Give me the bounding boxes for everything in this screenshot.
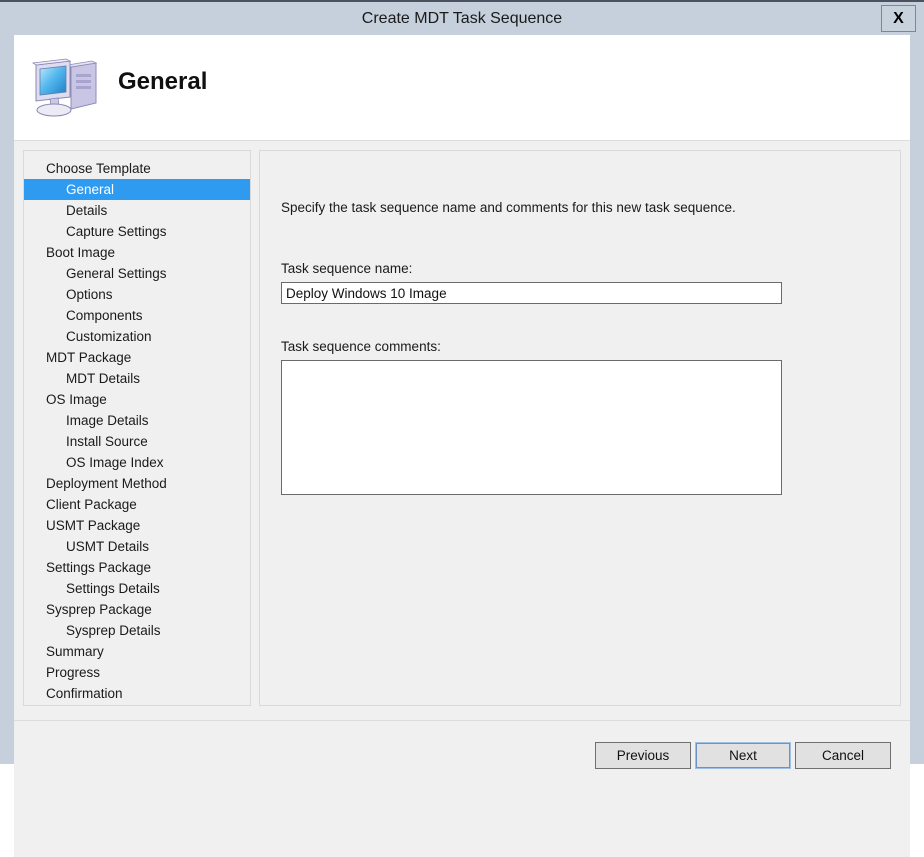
- sidebar-item-options[interactable]: Options: [24, 284, 250, 305]
- dialog-window: Create MDT Task Sequence X: [0, 0, 924, 764]
- task-sequence-comments-label: Task sequence comments:: [281, 339, 441, 354]
- sidebar-item-settings-details[interactable]: Settings Details: [24, 578, 250, 599]
- next-button[interactable]: Next: [695, 742, 791, 769]
- sidebar-item-usmt-package[interactable]: USMT Package: [24, 515, 250, 536]
- task-sequence-comments-textarea[interactable]: [281, 360, 782, 495]
- sidebar-item-progress[interactable]: Progress: [24, 662, 250, 683]
- sidebar-item-general-settings[interactable]: General Settings: [24, 263, 250, 284]
- sidebar-item-sysprep-package[interactable]: Sysprep Package: [24, 599, 250, 620]
- sidebar-item-install-source[interactable]: Install Source: [24, 431, 250, 452]
- wizard-step-list: Choose TemplateGeneralDetailsCapture Set…: [23, 150, 251, 706]
- button-bar: Previous Next Cancel: [14, 720, 910, 857]
- sidebar-item-settings-package[interactable]: Settings Package: [24, 557, 250, 578]
- sidebar-item-summary[interactable]: Summary: [24, 641, 250, 662]
- title-bar: Create MDT Task Sequence X: [0, 4, 924, 34]
- computer-icon: [30, 55, 104, 121]
- sidebar-item-boot-image[interactable]: Boot Image: [24, 242, 250, 263]
- close-icon[interactable]: X: [881, 5, 916, 32]
- sidebar-item-general[interactable]: General: [24, 179, 250, 200]
- page-title: General: [118, 68, 207, 96]
- instruction-text: Specify the task sequence name and comme…: [281, 200, 736, 215]
- sidebar-item-client-package[interactable]: Client Package: [24, 494, 250, 515]
- sidebar-item-sysprep-details[interactable]: Sysprep Details: [24, 620, 250, 641]
- main-panel: Specify the task sequence name and comme…: [259, 150, 901, 706]
- sidebar-item-capture-settings[interactable]: Capture Settings: [24, 221, 250, 242]
- task-sequence-name-input[interactable]: [281, 282, 782, 304]
- sidebar-item-choose-template[interactable]: Choose Template: [24, 158, 250, 179]
- sidebar-item-os-image-index[interactable]: OS Image Index: [24, 452, 250, 473]
- sidebar-item-deployment-method[interactable]: Deployment Method: [24, 473, 250, 494]
- sidebar-item-details[interactable]: Details: [24, 200, 250, 221]
- dialog-body: General Choose TemplateGeneralDetailsCap…: [14, 35, 910, 751]
- sidebar-item-mdt-details[interactable]: MDT Details: [24, 368, 250, 389]
- previous-button[interactable]: Previous: [595, 742, 691, 769]
- wizard-banner: General: [14, 35, 910, 141]
- content-area: Choose TemplateGeneralDetailsCapture Set…: [14, 141, 910, 751]
- wizard-step-items: Choose TemplateGeneralDetailsCapture Set…: [24, 158, 250, 704]
- sidebar-item-components[interactable]: Components: [24, 305, 250, 326]
- task-sequence-name-label: Task sequence name:: [281, 261, 412, 276]
- sidebar-item-mdt-package[interactable]: MDT Package: [24, 347, 250, 368]
- sidebar-item-customization[interactable]: Customization: [24, 326, 250, 347]
- sidebar-item-os-image[interactable]: OS Image: [24, 389, 250, 410]
- cancel-button[interactable]: Cancel: [795, 742, 891, 769]
- sidebar-item-image-details[interactable]: Image Details: [24, 410, 250, 431]
- sidebar-item-confirmation[interactable]: Confirmation: [24, 683, 250, 704]
- window-title: Create MDT Task Sequence: [0, 4, 924, 34]
- sidebar-item-usmt-details[interactable]: USMT Details: [24, 536, 250, 557]
